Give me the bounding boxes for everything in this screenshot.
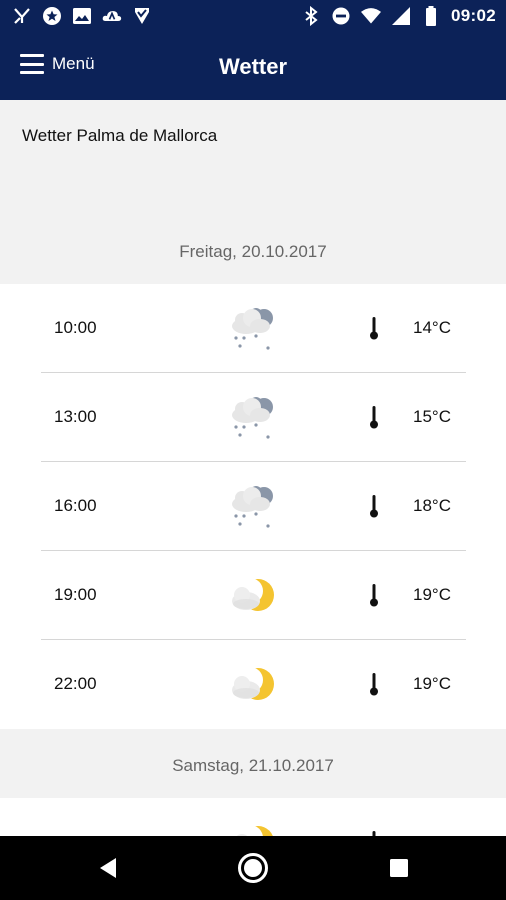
status-bar-notifications: [12, 6, 152, 26]
forecast-row[interactable]: 16:00 18°C: [41, 462, 466, 551]
bluetooth-icon: [301, 6, 321, 26]
recents-button[interactable]: [383, 852, 415, 884]
cloud-a-icon: [102, 6, 122, 26]
status-bar-system: 09:02: [301, 6, 496, 26]
forecast-time: 10:00: [54, 318, 97, 337]
moon-cloud-icon: [232, 667, 274, 700]
wifi-icon: [361, 6, 382, 26]
image-icon: [72, 6, 92, 26]
moon-cloud-icon: [232, 578, 274, 611]
forecast-temperature: 18°C: [413, 496, 451, 515]
thermometer-icon: [370, 495, 378, 518]
battery-icon: [421, 6, 441, 26]
status-bar: 09:02: [0, 0, 506, 34]
forecast-temperature: 19°C: [413, 585, 451, 604]
moon-cloud-icon: [235, 825, 274, 838]
thermometer-icon: [370, 584, 378, 607]
cloud-rain-icon: [232, 486, 273, 528]
shield-check-icon: [132, 6, 152, 26]
forecast-list: 10:00 14°C 13:00 15°C 16:00 18°C 19:00 1…: [0, 284, 506, 729]
thermometer-icon: [370, 317, 378, 340]
page-title: Wetter: [218, 54, 288, 79]
day-header: Freitag, 20.10.2017: [179, 242, 327, 261]
call-split-icon: [12, 6, 32, 26]
app-bar: Menü Wetter: [0, 34, 506, 100]
thermometer-icon: [370, 673, 378, 696]
cloud-rain-icon: [232, 397, 273, 439]
location-title: Wetter Palma de Mallorca: [22, 126, 218, 145]
recents-square-icon: [390, 859, 408, 877]
back-button[interactable]: [92, 852, 124, 884]
forecast-row[interactable]: 13:00 15°C: [41, 373, 466, 462]
star-badge-icon: [42, 6, 62, 26]
forecast-row[interactable]: [41, 798, 466, 838]
forecast-row[interactable]: 22:00 19°C: [41, 640, 466, 728]
cloud-rain-icon: [232, 308, 273, 350]
signal-icon: [391, 6, 411, 26]
forecast-row[interactable]: 10:00 14°C: [41, 284, 466, 373]
forecast-row[interactable]: 19:00 19°C: [41, 551, 466, 640]
forecast-time: 13:00: [54, 407, 97, 426]
home-button[interactable]: [237, 852, 269, 884]
forecast-temperature: 19°C: [413, 674, 451, 693]
do-not-disturb-icon: [331, 6, 351, 26]
day-header: Samstag, 21.10.2017: [172, 756, 334, 775]
home-circle-icon: [238, 853, 268, 883]
forecast-temperature: 14°C: [413, 318, 451, 337]
forecast-list: [0, 798, 506, 838]
forecast-time: 22:00: [54, 674, 97, 693]
system-nav-bar: [0, 836, 506, 900]
forecast-time: 16:00: [54, 496, 97, 515]
forecast-time: 19:00: [54, 585, 97, 604]
status-time: 09:02: [451, 6, 496, 25]
forecast-temperature: 15°C: [413, 407, 451, 426]
back-triangle-icon: [100, 858, 116, 878]
thermometer-icon: [370, 406, 378, 429]
